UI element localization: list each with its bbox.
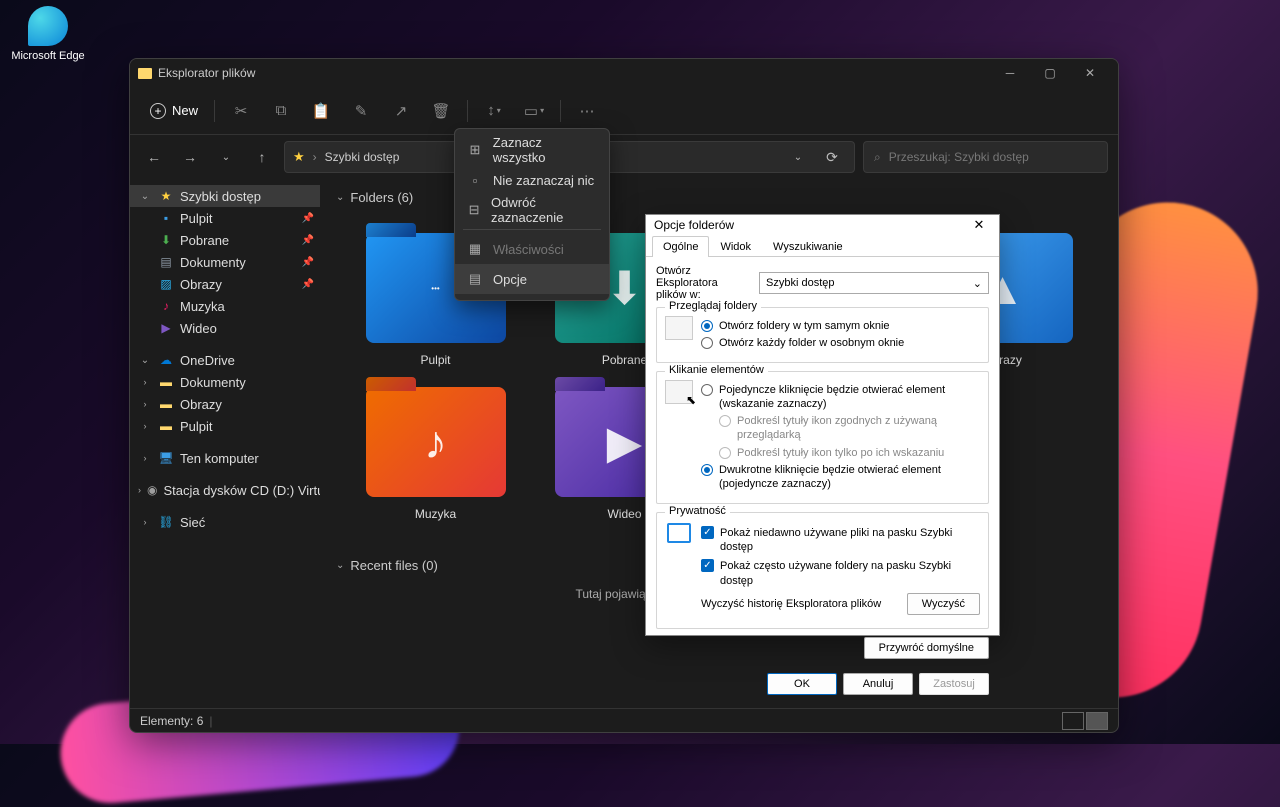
- new-button[interactable]: + New: [142, 93, 206, 129]
- select-none-icon: ▫: [467, 173, 483, 188]
- delete-button[interactable]: 🗑: [423, 93, 459, 129]
- folder-options-dialog: Opcje folderów ✕ Ogólne Widok Wyszukiwan…: [645, 214, 1000, 636]
- maximize-button[interactable]: ▢: [1030, 59, 1070, 87]
- star-icon: ★: [293, 149, 305, 165]
- close-button[interactable]: ✕: [1070, 59, 1110, 87]
- recent-dropdown[interactable]: ⌄: [212, 143, 240, 171]
- folder-icon: [138, 68, 152, 79]
- sidebar-item-pulpit[interactable]: ▪Pulpit📌: [130, 207, 320, 229]
- sidebar-item-pobrane[interactable]: ⬇Pobrane📌: [130, 229, 320, 251]
- address-dropdown[interactable]: ⌄: [784, 143, 812, 171]
- share-button[interactable]: ↗: [383, 93, 419, 129]
- cancel-button[interactable]: Anuluj: [843, 673, 913, 695]
- restore-defaults-button[interactable]: Przywróć domyślne: [864, 637, 989, 659]
- search-icon: ⌕: [874, 150, 881, 165]
- sidebar-item-network[interactable]: ›⛓Sieć: [130, 511, 320, 533]
- dialog-close-button[interactable]: ✕: [967, 215, 991, 235]
- sidebar-item-this-pc[interactable]: ›🖥Ten komputer: [130, 447, 320, 469]
- up-button[interactable]: ↑: [248, 143, 276, 171]
- clear-button[interactable]: Wyczyść: [907, 593, 980, 615]
- browse-folders-group: Przeglądaj foldery Otwórz foldery w tym …: [656, 307, 989, 363]
- dialog-tabs: Ogólne Widok Wyszukiwanie: [646, 235, 999, 257]
- desktop-icon-edge[interactable]: Microsoft Edge: [8, 6, 88, 62]
- minimize-button[interactable]: ─: [990, 59, 1030, 87]
- radio-new-window[interactable]: Otwórz każdy folder w osobnym oknie: [701, 336, 980, 350]
- folder-muzyka[interactable]: ♪ Muzyka: [346, 387, 525, 521]
- copy-button[interactable]: ⧉: [263, 93, 299, 129]
- sidebar-item-od-obrazy[interactable]: ›▬Obrazy: [130, 393, 320, 415]
- forward-button[interactable]: →: [176, 143, 204, 171]
- titlebar[interactable]: Eksplorator plików ─ ▢ ✕: [130, 59, 1118, 87]
- sidebar-item-cd[interactable]: ›◉Stacja dysków CD (D:) VirtualBox: [130, 479, 320, 501]
- nav-row: ← → ⌄ ↑ ★ › Szybki dostęp ⌄ ⟳ ⌕ Przeszuk…: [130, 135, 1118, 179]
- menu-select-none[interactable]: ▫Nie zaznaczaj nic: [455, 165, 609, 195]
- sidebar-item-onedrive[interactable]: ⌄☁OneDrive: [130, 349, 320, 371]
- sidebar-item-od-pulpit[interactable]: ›▬Pulpit: [130, 415, 320, 437]
- cut-button[interactable]: ✂: [223, 93, 259, 129]
- folders-section-header[interactable]: ⌄Folders (6): [336, 185, 1102, 209]
- open-in-label: Otwórz Eksploratora plików w:: [656, 265, 751, 301]
- properties-icon: ▦: [467, 241, 483, 257]
- open-in-select[interactable]: Szybki dostęp⌄: [759, 272, 989, 294]
- menu-options[interactable]: ▤Opcje: [455, 264, 609, 294]
- view-details-button[interactable]: [1062, 712, 1084, 730]
- radio-single-click[interactable]: Pojedyncze kliknięcie będzie otwierać el…: [701, 383, 980, 412]
- invert-icon: ⊟: [467, 202, 481, 218]
- ok-button[interactable]: OK: [767, 673, 837, 695]
- search-placeholder: Przeszukaj: Szybki dostęp: [889, 150, 1029, 164]
- view-icons-button[interactable]: [1086, 712, 1108, 730]
- dialog-titlebar[interactable]: Opcje folderów ✕: [646, 215, 999, 235]
- radio-same-window[interactable]: Otwórz foldery w tym samym oknie: [701, 319, 980, 333]
- privacy-icon: [665, 521, 693, 545]
- radio-double-click[interactable]: Dwukrotne kliknięcie będzie otwierać ele…: [701, 463, 980, 492]
- desktop-icon-label: Microsoft Edge: [8, 50, 88, 62]
- back-button[interactable]: ←: [140, 143, 168, 171]
- toolbar: + New ✂ ⧉ 📋 ✎ ↗ 🗑 ↕ ▾ ▭ ▾ ⋯: [130, 87, 1118, 135]
- more-button[interactable]: ⋯: [569, 93, 605, 129]
- checkbox-show-recent[interactable]: ✓Pokaż niedawno używane pliki na pasku S…: [701, 526, 980, 555]
- menu-invert-selection[interactable]: ⊟Odwróć zaznaczenie: [455, 195, 609, 225]
- chevron-down-icon: ⌄: [973, 277, 982, 290]
- tab-search[interactable]: Wyszukiwanie: [762, 236, 854, 257]
- menu-select-all[interactable]: ⊞Zaznacz wszystko: [455, 135, 609, 165]
- checkbox-show-frequent[interactable]: ✓Pokaż często używane foldery na pasku S…: [701, 559, 980, 588]
- dialog-buttons: OK Anuluj Zastosuj: [646, 667, 999, 703]
- breadcrumb-segment[interactable]: Szybki dostęp: [325, 150, 400, 164]
- click-thumbnail-icon: ⬉: [665, 380, 693, 404]
- click-items-group: Klikanie elementów ⬉ Pojedyncze kliknięc…: [656, 371, 989, 504]
- tab-general[interactable]: Ogólne: [652, 236, 709, 257]
- tab-view[interactable]: Widok: [709, 236, 762, 257]
- sidebar-item-quick-access[interactable]: ⌄★Szybki dostęp: [130, 185, 320, 207]
- apply-button: Zastosuj: [919, 673, 989, 695]
- radio-underline-browser: Podkreśl tytuły ikon zgodnych z używaną …: [719, 414, 980, 443]
- dialog-title: Opcje folderów: [654, 218, 734, 232]
- menu-properties: ▦Właściwości: [455, 234, 609, 264]
- sidebar-item-wideo[interactable]: ▶Wideo: [130, 317, 320, 339]
- options-icon: ▤: [467, 271, 483, 287]
- status-bar: Elementy: 6 |: [130, 708, 1118, 732]
- clear-history-label: Wyczyść historię Eksploratora plików: [701, 597, 901, 611]
- sort-button[interactable]: ↕ ▾: [476, 93, 512, 129]
- paste-button[interactable]: 📋: [303, 93, 339, 129]
- plus-icon: +: [150, 103, 166, 119]
- rename-button[interactable]: ✎: [343, 93, 379, 129]
- edge-icon: [28, 6, 68, 46]
- refresh-button[interactable]: ⟳: [818, 143, 846, 171]
- context-menu: ⊞Zaznacz wszystko ▫Nie zaznaczaj nic ⊟Od…: [454, 128, 610, 301]
- status-items: Elementy: 6: [140, 714, 203, 728]
- sidebar-item-od-dokumenty[interactable]: ›▬Dokumenty: [130, 371, 320, 393]
- sidebar-item-obrazy[interactable]: ▨Obrazy📌: [130, 273, 320, 295]
- sidebar-item-dokumenty[interactable]: ▤Dokumenty📌: [130, 251, 320, 273]
- view-button[interactable]: ▭ ▾: [516, 93, 552, 129]
- sidebar-item-muzyka[interactable]: ♪Muzyka: [130, 295, 320, 317]
- privacy-group: Prywatność ✓Pokaż niedawno używane pliki…: [656, 512, 989, 629]
- sidebar: ⌄★Szybki dostęp ▪Pulpit📌 ⬇Pobrane📌 ▤Doku…: [130, 179, 320, 708]
- select-all-icon: ⊞: [467, 142, 483, 158]
- search-input[interactable]: ⌕ Przeszukaj: Szybki dostęp: [863, 141, 1108, 173]
- browse-thumbnail-icon: [665, 316, 693, 340]
- window-title: Eksplorator plików: [158, 66, 255, 80]
- radio-underline-point: Podkreśl tytuły ikon tylko po ich wskaza…: [719, 446, 980, 460]
